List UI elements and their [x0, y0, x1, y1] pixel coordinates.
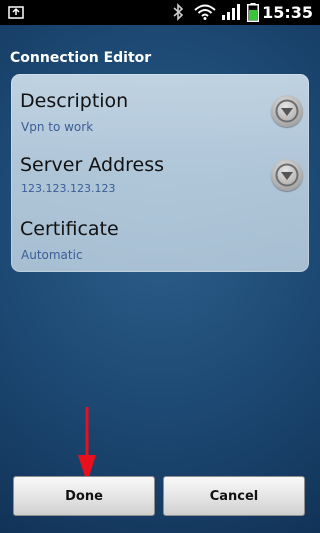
field-value: Vpn to work [21, 120, 94, 134]
battery-icon [247, 3, 259, 26]
field-certificate[interactable]: Certificate Automatic [11, 210, 309, 274]
field-value: Automatic [21, 248, 83, 262]
field-server-address[interactable]: Server Address 123.123.123.123 [11, 146, 309, 210]
wifi-icon [194, 4, 216, 24]
field-description[interactable]: Description Vpn to work [11, 82, 309, 146]
connection-fields-card: Description Vpn to work Server Address 1… [11, 74, 309, 272]
field-label: Certificate [20, 218, 119, 240]
chevron-down-icon[interactable] [271, 159, 303, 191]
status-bar: 15:35 [0, 0, 320, 25]
annotation-arrow [78, 407, 96, 483]
field-value: 123.123.123.123 [21, 182, 116, 195]
status-time: 15:35 [262, 3, 313, 22]
done-button[interactable]: Done [13, 476, 155, 516]
cancel-button[interactable]: Cancel [163, 476, 305, 516]
signal-icon [222, 4, 240, 24]
field-label: Server Address [20, 154, 165, 176]
field-label: Description [20, 90, 129, 112]
usb-icon [8, 4, 24, 24]
page-title: Connection Editor [10, 50, 152, 66]
chevron-down-icon[interactable] [271, 95, 303, 127]
bluetooth-icon [172, 3, 184, 25]
